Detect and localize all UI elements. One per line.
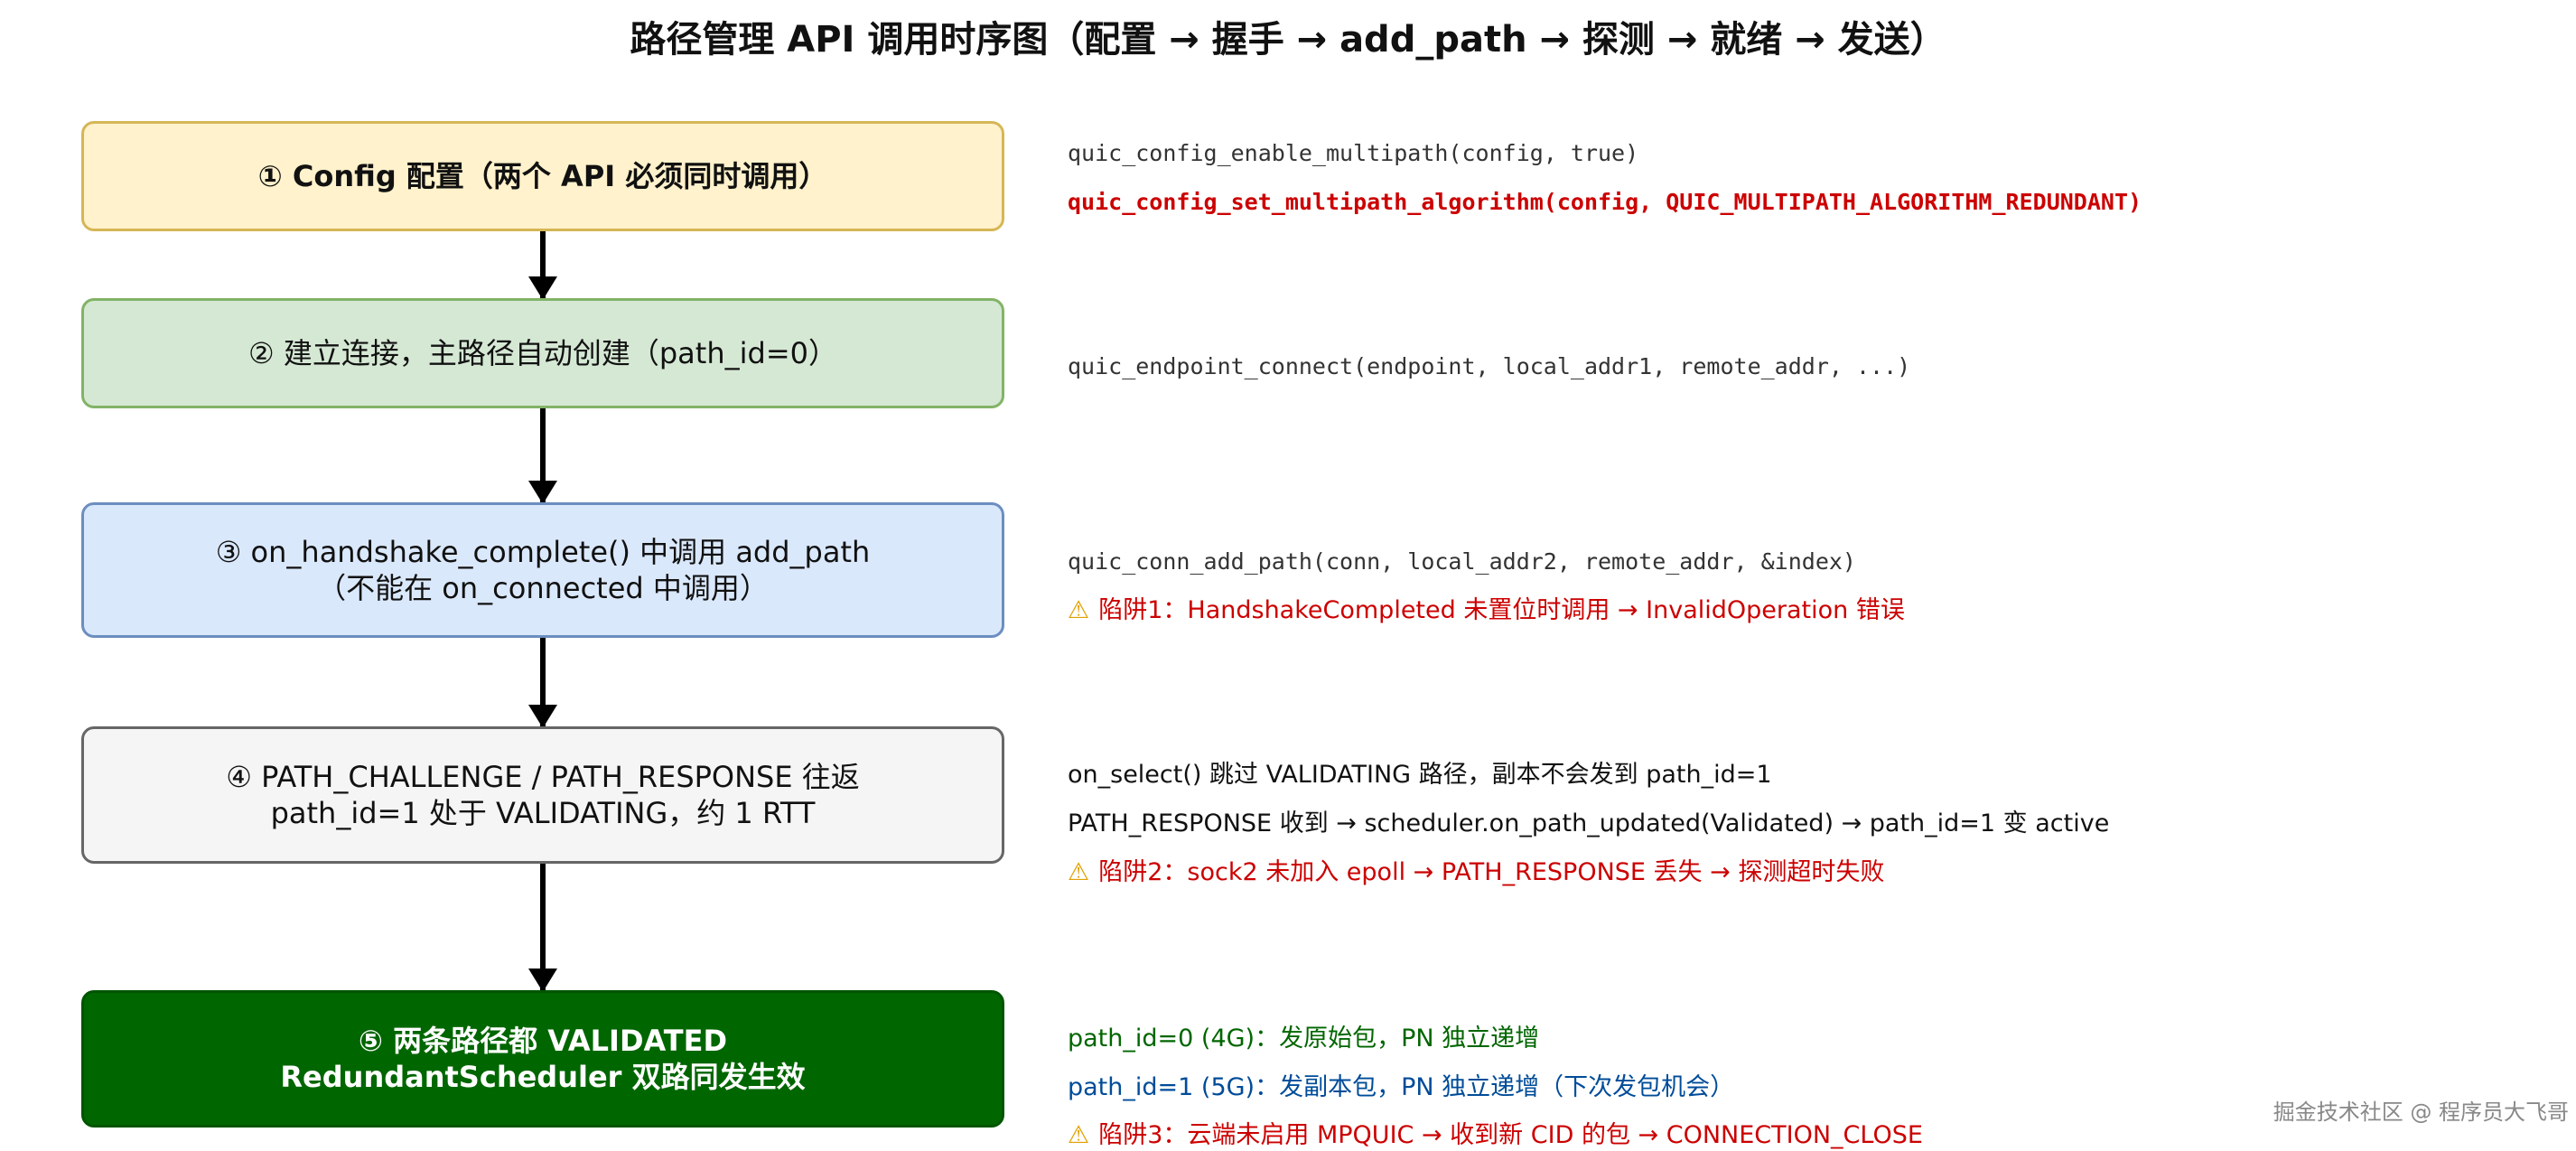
- note-pitfall-2-text: 陷阱2：sock2 未加入 epoll → PATH_RESPONSE 丢失 →…: [1098, 858, 1885, 886]
- step-add-path-box: ③ on_handshake_complete() 中调用 add_path （…: [81, 502, 1004, 638]
- step-connect-box: ② 建立连接，主路径自动创建（path_id=0）: [81, 298, 1004, 408]
- step-probe-box: ④ PATH_CHALLENGE / PATH_RESPONSE 往返 path…: [81, 726, 1004, 864]
- warning-icon: ⚠: [1068, 596, 1090, 624]
- note-path-response: PATH_RESPONSE 收到 → scheduler.on_path_upd…: [1068, 809, 2110, 838]
- arrow-step1-to-step2: [528, 231, 557, 300]
- step-add-path-label: ③ on_handshake_complete() 中调用 add_path: [215, 535, 871, 569]
- note-endpoint-connect: quic_endpoint_connect(endpoint, local_ad…: [1068, 353, 1911, 379]
- note-pitfall-3-text: 陷阱3：云端未启用 MPQUIC → 收到新 CID 的包 → CONNECTI…: [1098, 1121, 1923, 1149]
- note-enable-multipath: quic_config_enable_multipath(config, tru…: [1068, 140, 1639, 166]
- arrow-step4-to-step5: [528, 864, 557, 992]
- step-ready-box: ⑤ 两条路径都 VALIDATED RedundantScheduler 双路同…: [81, 990, 1004, 1128]
- note-on-select: on_select() 跳过 VALIDATING 路径，副本不会发到 path…: [1068, 761, 1772, 789]
- note-pitfall-2: ⚠ 陷阱2：sock2 未加入 epoll → PATH_RESPONSE 丢失 …: [1068, 857, 1884, 888]
- note-path0: path_id=0 (4G)：发原始包，PN 独立递增: [1068, 1025, 1540, 1053]
- step-ready-label: ⑤ 两条路径都 VALIDATED: [358, 1024, 728, 1058]
- note-add-path-call: quic_conn_add_path(conn, local_addr2, re…: [1068, 548, 1856, 575]
- step-ready-sublabel: RedundantScheduler 双路同发生效: [280, 1060, 806, 1094]
- note-pitfall-1-text: 陷阱1：HandshakeCompleted 未置位时调用 → InvalidO…: [1098, 596, 1905, 624]
- note-pitfall-1: ⚠ 陷阱1：HandshakeCompleted 未置位时调用 → Invalid…: [1068, 595, 1905, 626]
- note-path1: path_id=1 (5G)：发副本包，PN 独立递增（下次发包机会）: [1068, 1073, 1735, 1101]
- warning-icon: ⚠: [1068, 1121, 1090, 1149]
- step-config-label: ① Config 配置（两个 API 必须同时调用）: [257, 159, 828, 193]
- arrow-step3-to-step4: [528, 638, 557, 728]
- step-config-box: ① Config 配置（两个 API 必须同时调用）: [81, 121, 1004, 231]
- step-connect-label: ② 建立连接，主路径自动创建（path_id=0）: [248, 336, 837, 370]
- note-pitfall-3: ⚠ 陷阱3：云端未启用 MPQUIC → 收到新 CID 的包 → CONNECT…: [1068, 1120, 1923, 1151]
- arrow-step2-to-step3: [528, 408, 557, 504]
- diagram-title: 路径管理 API 调用时序图（配置 → 握手 → add_path → 探测 →…: [630, 19, 1946, 61]
- note-set-algorithm: quic_config_set_multipath_algorithm(conf…: [1068, 189, 2142, 215]
- watermark: 掘金技术社区 @ 程序员大飞哥: [2273, 1100, 2569, 1125]
- step-probe-label: ④ PATH_CHALLENGE / PATH_RESPONSE 往返: [226, 760, 860, 794]
- warning-icon: ⚠: [1068, 858, 1090, 886]
- step-add-path-sublabel: （不能在 on_connected 中调用）: [317, 571, 769, 605]
- step-probe-sublabel: path_id=1 处于 VALIDATING，约 1 RTT: [270, 796, 816, 830]
